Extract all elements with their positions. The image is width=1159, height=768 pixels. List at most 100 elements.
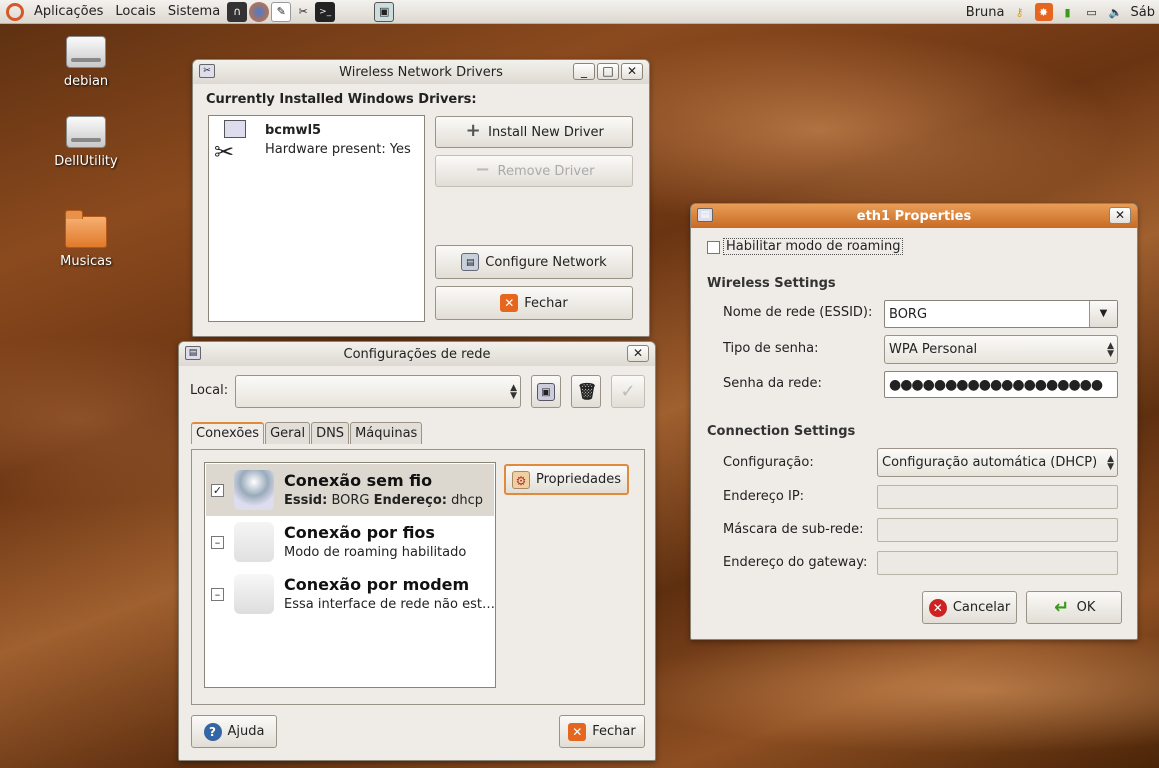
password-type-combo[interactable]: WPA Personal ▲ ▼ bbox=[884, 335, 1118, 364]
close-icon: ✕ bbox=[500, 294, 519, 312]
battery-icon[interactable]: ▮ bbox=[1059, 3, 1077, 21]
clock[interactable]: Sáb bbox=[1131, 5, 1155, 20]
connection-checkbox[interactable]: ✓ bbox=[211, 484, 224, 497]
menu-applications[interactable]: Aplicações bbox=[28, 0, 109, 24]
roaming-checkbox[interactable] bbox=[707, 241, 720, 254]
desktop-icon-label: Musicas bbox=[60, 254, 112, 269]
tab-connections[interactable]: Conexões bbox=[191, 422, 265, 444]
gateway-input[interactable] bbox=[877, 551, 1118, 575]
connection-subtitle: Essa interface de rede não est… bbox=[284, 597, 495, 612]
install-new-driver-button[interactable]: + Install New Driver bbox=[435, 116, 633, 148]
menu-system[interactable]: Sistema bbox=[162, 0, 226, 24]
drivers-titlebar[interactable]: ✂ Wireless Network Drivers _ □ ✕ bbox=[193, 60, 649, 84]
close-drivers-button[interactable]: ✕ Fechar bbox=[435, 286, 633, 320]
desktop-icon-musicas[interactable]: Musicas bbox=[41, 210, 131, 269]
essid-input[interactable]: BORG ▼ bbox=[884, 300, 1118, 328]
maximize-button[interactable]: □ bbox=[597, 63, 619, 80]
essid-label: Essid: bbox=[284, 493, 328, 508]
wireless-settings-header: Wireless Settings bbox=[707, 276, 836, 291]
configure-network-button[interactable]: ▤ Configure Network bbox=[435, 245, 633, 279]
delete-location-button[interactable]: 🗑 bbox=[571, 375, 601, 408]
ok-button[interactable]: ↵ OK bbox=[1026, 591, 1122, 624]
button-label: OK bbox=[1076, 600, 1096, 615]
drivers-list[interactable]: ✂ bcmwl5 Hardware present: Yes bbox=[208, 115, 425, 322]
close-button[interactable]: ✕ bbox=[627, 345, 649, 362]
button-label: Propriedades bbox=[535, 472, 622, 487]
tab-dns[interactable]: DNS bbox=[311, 422, 350, 444]
trash-icon: 🗑 bbox=[577, 381, 598, 401]
button-label: Configure Network bbox=[485, 254, 607, 270]
subnet-mask-input[interactable] bbox=[877, 518, 1118, 542]
firefox-icon[interactable] bbox=[249, 1, 270, 22]
installed-drivers-heading: Currently Installed Windows Drivers: bbox=[206, 92, 477, 107]
close-button[interactable]: ✕ bbox=[1109, 207, 1131, 224]
driver-tools-icon: ✂ bbox=[214, 120, 246, 164]
ip-address-input[interactable] bbox=[877, 485, 1118, 509]
properties-button[interactable]: ⚙ Propriedades bbox=[504, 464, 629, 495]
desktop-icon-dellutility[interactable]: DellUtility bbox=[41, 116, 131, 169]
network-icon: ▤ bbox=[461, 253, 480, 271]
save-location-button[interactable]: ▣ bbox=[531, 375, 561, 408]
connection-subtitle: Essid: BORG Endereço: dhcp bbox=[284, 493, 483, 508]
connection-subtitle: Modo de roaming habilitado bbox=[284, 545, 467, 560]
folder-icon bbox=[65, 210, 107, 248]
network-icon: ▤ bbox=[697, 208, 713, 222]
username-label[interactable]: Bruna bbox=[966, 5, 1005, 20]
ethernet-plug-icon bbox=[234, 522, 274, 562]
apply-location-button[interactable]: ✓ bbox=[611, 375, 645, 408]
password-input[interactable]: ●●●●●●●●●●●●●●●●●●● bbox=[884, 371, 1118, 398]
top-panel: Aplicações Locais Sistema ∩ ✎ ✂ >_ ▣ Bru… bbox=[0, 0, 1159, 24]
connection-checkbox[interactable]: – bbox=[211, 536, 224, 549]
window-title: Configurações de rede bbox=[343, 346, 491, 362]
roaming-label[interactable]: Habilitar modo de roaming bbox=[723, 238, 904, 255]
button-label: Cancelar bbox=[952, 600, 1011, 615]
essid-value: BORG bbox=[331, 493, 370, 508]
connection-title: Conexão por fios bbox=[284, 523, 435, 542]
configuration-combo[interactable]: Configuração automática (DHCP) ▲ ▼ bbox=[877, 448, 1118, 477]
wireless-antenna-icon bbox=[234, 470, 274, 510]
add-icon: + bbox=[465, 120, 481, 141]
update-notifier-icon[interactable]: ✸ bbox=[1034, 3, 1053, 21]
network-monitor-icon[interactable]: ▭ bbox=[1083, 3, 1101, 21]
network-titlebar[interactable]: ▤ Configurações de rede ✕ bbox=[179, 342, 655, 366]
window-title: Wireless Network Drivers bbox=[339, 64, 503, 80]
keys-icon[interactable]: ⚷ bbox=[1011, 3, 1029, 21]
local-combo[interactable]: ▲ ▼ bbox=[235, 375, 521, 408]
console-icon[interactable]: >_ bbox=[315, 1, 336, 22]
tools-icon[interactable]: ✂ bbox=[293, 2, 313, 22]
chevron-down-icon[interactable]: ▼ bbox=[1089, 301, 1117, 327]
connections-list[interactable]: ✓ Conexão sem fio Essid: BORG Endereço: … bbox=[204, 462, 496, 688]
monitor-icon[interactable]: ▣ bbox=[374, 1, 395, 22]
terminal-launcher-icon[interactable]: ∩ bbox=[227, 1, 248, 22]
spin-arrows-icon: ▲ ▼ bbox=[1107, 340, 1114, 359]
eth1-titlebar[interactable]: ▤ eth1 Properties ✕ bbox=[691, 204, 1137, 228]
help-button[interactable]: ? Ajuda bbox=[191, 715, 277, 748]
minimize-button[interactable]: _ bbox=[573, 63, 595, 80]
tab-general[interactable]: Geral bbox=[265, 422, 311, 444]
close-button[interactable]: ✕ bbox=[621, 63, 643, 80]
text-editor-icon[interactable]: ✎ bbox=[271, 1, 292, 22]
spin-arrows-icon: ▲ ▼ bbox=[1107, 453, 1114, 472]
ubuntu-logo-icon[interactable] bbox=[6, 2, 24, 21]
check-icon: ✓ bbox=[620, 380, 636, 402]
desktop-icon-debian[interactable]: debian bbox=[41, 36, 131, 89]
list-item[interactable]: ✓ Conexão sem fio Essid: BORG Endereço: … bbox=[206, 464, 494, 516]
list-item[interactable]: – Conexão por modem Essa interface de re… bbox=[206, 568, 495, 620]
cancel-button[interactable]: ✕ Cancelar bbox=[922, 591, 1017, 624]
connection-checkbox[interactable]: – bbox=[211, 588, 224, 601]
save-icon: ▣ bbox=[537, 382, 555, 401]
list-item[interactable]: – Conexão por fios Modo de roaming habil… bbox=[206, 516, 494, 568]
volume-icon[interactable]: 🔈 bbox=[1107, 3, 1125, 21]
essid-label: Nome de rede (ESSID): bbox=[723, 305, 873, 320]
remove-driver-button[interactable]: − Remove Driver bbox=[435, 155, 633, 187]
menu-places[interactable]: Locais bbox=[109, 0, 161, 24]
cancel-icon: ✕ bbox=[928, 598, 947, 617]
close-network-button[interactable]: ✕ Fechar bbox=[559, 715, 645, 748]
combo-value: WPA Personal bbox=[889, 342, 978, 357]
ip-address-label: Endereço IP: bbox=[723, 489, 805, 504]
driver-name: bcmwl5 bbox=[265, 123, 322, 138]
drive-icon bbox=[66, 36, 106, 68]
tab-hosts[interactable]: Máquinas bbox=[350, 422, 423, 444]
driver-status: Hardware present: Yes bbox=[265, 142, 411, 157]
eth1-properties-window: ▤ eth1 Properties ✕ Habilitar modo de ro… bbox=[690, 203, 1138, 640]
